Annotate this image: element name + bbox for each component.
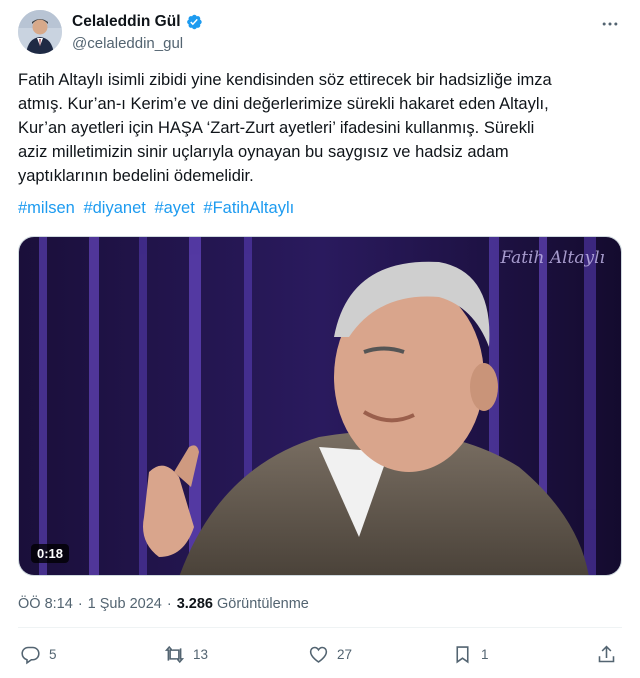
meta-separator: · xyxy=(166,596,172,612)
video-duration-badge: 0:18 xyxy=(31,544,70,563)
video-player[interactable]: Fatih Altaylı 0:18 xyxy=(18,236,622,576)
retweet-icon xyxy=(164,645,185,664)
reply-icon xyxy=(21,646,40,665)
hashtag-link[interactable]: #ayet xyxy=(154,199,194,217)
tweet-header: Celaleddin Gül @celaleddin_gul xyxy=(18,10,622,60)
views-count[interactable]: 3.286 xyxy=(177,596,213,612)
verified-badge-icon[interactable] xyxy=(185,13,203,31)
avatar[interactable] xyxy=(18,10,62,54)
bookmark-icon xyxy=(456,646,469,664)
share-button[interactable] xyxy=(596,644,617,665)
author-handle[interactable]: @celaleddin_gul xyxy=(72,35,203,52)
tweet-time[interactable]: ÖÖ 8:14 xyxy=(18,596,73,612)
retweet-count: 13 xyxy=(193,647,209,662)
tweet-text: Fatih Altaylı isimli zibidi yine kendisi… xyxy=(18,71,552,185)
meta-separator: · xyxy=(77,596,83,612)
divider xyxy=(18,627,622,628)
more-dots-icon[interactable] xyxy=(598,12,622,36)
hashtag-list: #milsen #diyanet #ayet #FatihAltaylı xyxy=(18,196,298,220)
views-label: Görüntülenme xyxy=(216,596,309,612)
reply-button[interactable]: 5 xyxy=(20,644,57,665)
like-button[interactable]: 27 xyxy=(308,644,352,665)
bookmark-button[interactable]: 1 xyxy=(452,644,489,665)
video-watermark: Fatih Altaylı xyxy=(499,248,605,268)
heart-icon xyxy=(309,646,328,663)
action-bar: 5 13 27 1 xyxy=(18,640,622,676)
video-thumbnail: Fatih Altaylı xyxy=(19,237,621,575)
reply-count: 5 xyxy=(49,647,57,662)
tweet-meta: ÖÖ 8:14 · 1 Şub 2024 · 3.286 Görüntülenm… xyxy=(18,596,309,612)
bookmark-count: 1 xyxy=(481,647,489,662)
author-display-name[interactable]: Celaleddin Gül xyxy=(72,13,181,31)
author-names: Celaleddin Gül @celaleddin_gul xyxy=(72,12,203,52)
retweet-button[interactable]: 13 xyxy=(164,644,208,665)
hashtag-link[interactable]: #diyanet xyxy=(83,199,145,217)
like-count: 27 xyxy=(337,647,353,662)
hashtag-link[interactable]: #milsen xyxy=(18,199,75,217)
tweet-date[interactable]: 1 Şub 2024 xyxy=(88,596,162,612)
share-icon xyxy=(598,645,615,663)
tweet: Celaleddin Gül @celaleddin_gul Fatih Alt… xyxy=(0,0,640,678)
hashtag-link[interactable]: #FatihAltaylı xyxy=(203,199,294,217)
